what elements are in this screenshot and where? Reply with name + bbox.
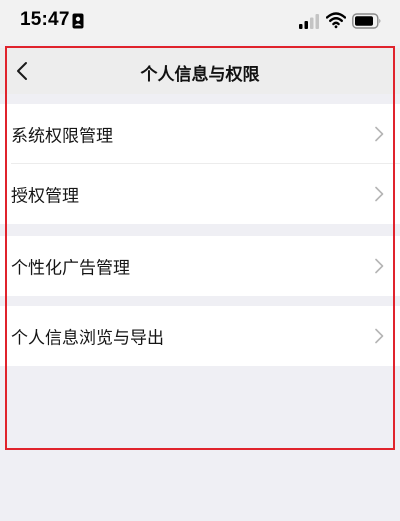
list-item-label: 个人信息浏览与导出	[11, 328, 164, 349]
nav-bar: 个人信息与权限	[0, 48, 400, 94]
status-bar: 15:47	[0, 0, 400, 44]
settings-group-export: 个人信息浏览与导出	[0, 306, 400, 366]
list-item-label: 授权管理	[11, 186, 79, 207]
wifi-icon	[326, 12, 346, 29]
chevron-right-icon	[375, 328, 384, 344]
battery-icon	[352, 13, 381, 29]
list-item-personal-info-export[interactable]: 个人信息浏览与导出	[0, 306, 400, 366]
settings-group-permissions: 系统权限管理 授权管理	[0, 104, 400, 224]
status-time: 15:47	[20, 9, 70, 30]
list-item-label: 个性化广告管理	[11, 258, 130, 279]
signal-icon	[299, 14, 319, 29]
chevron-right-icon	[375, 126, 384, 142]
chevron-right-icon	[375, 186, 384, 202]
list-item-system-permissions[interactable]: 系统权限管理	[0, 104, 400, 164]
id-card-icon	[72, 13, 84, 29]
page-title: 个人信息与权限	[140, 65, 260, 85]
chevron-right-icon	[375, 258, 384, 274]
list-item-personalized-ads[interactable]: 个性化广告管理	[0, 236, 400, 296]
settings-group-ads: 个性化广告管理	[0, 236, 400, 296]
list-item-authorization[interactable]: 授权管理	[0, 164, 400, 224]
list-item-label: 系统权限管理	[11, 126, 113, 147]
